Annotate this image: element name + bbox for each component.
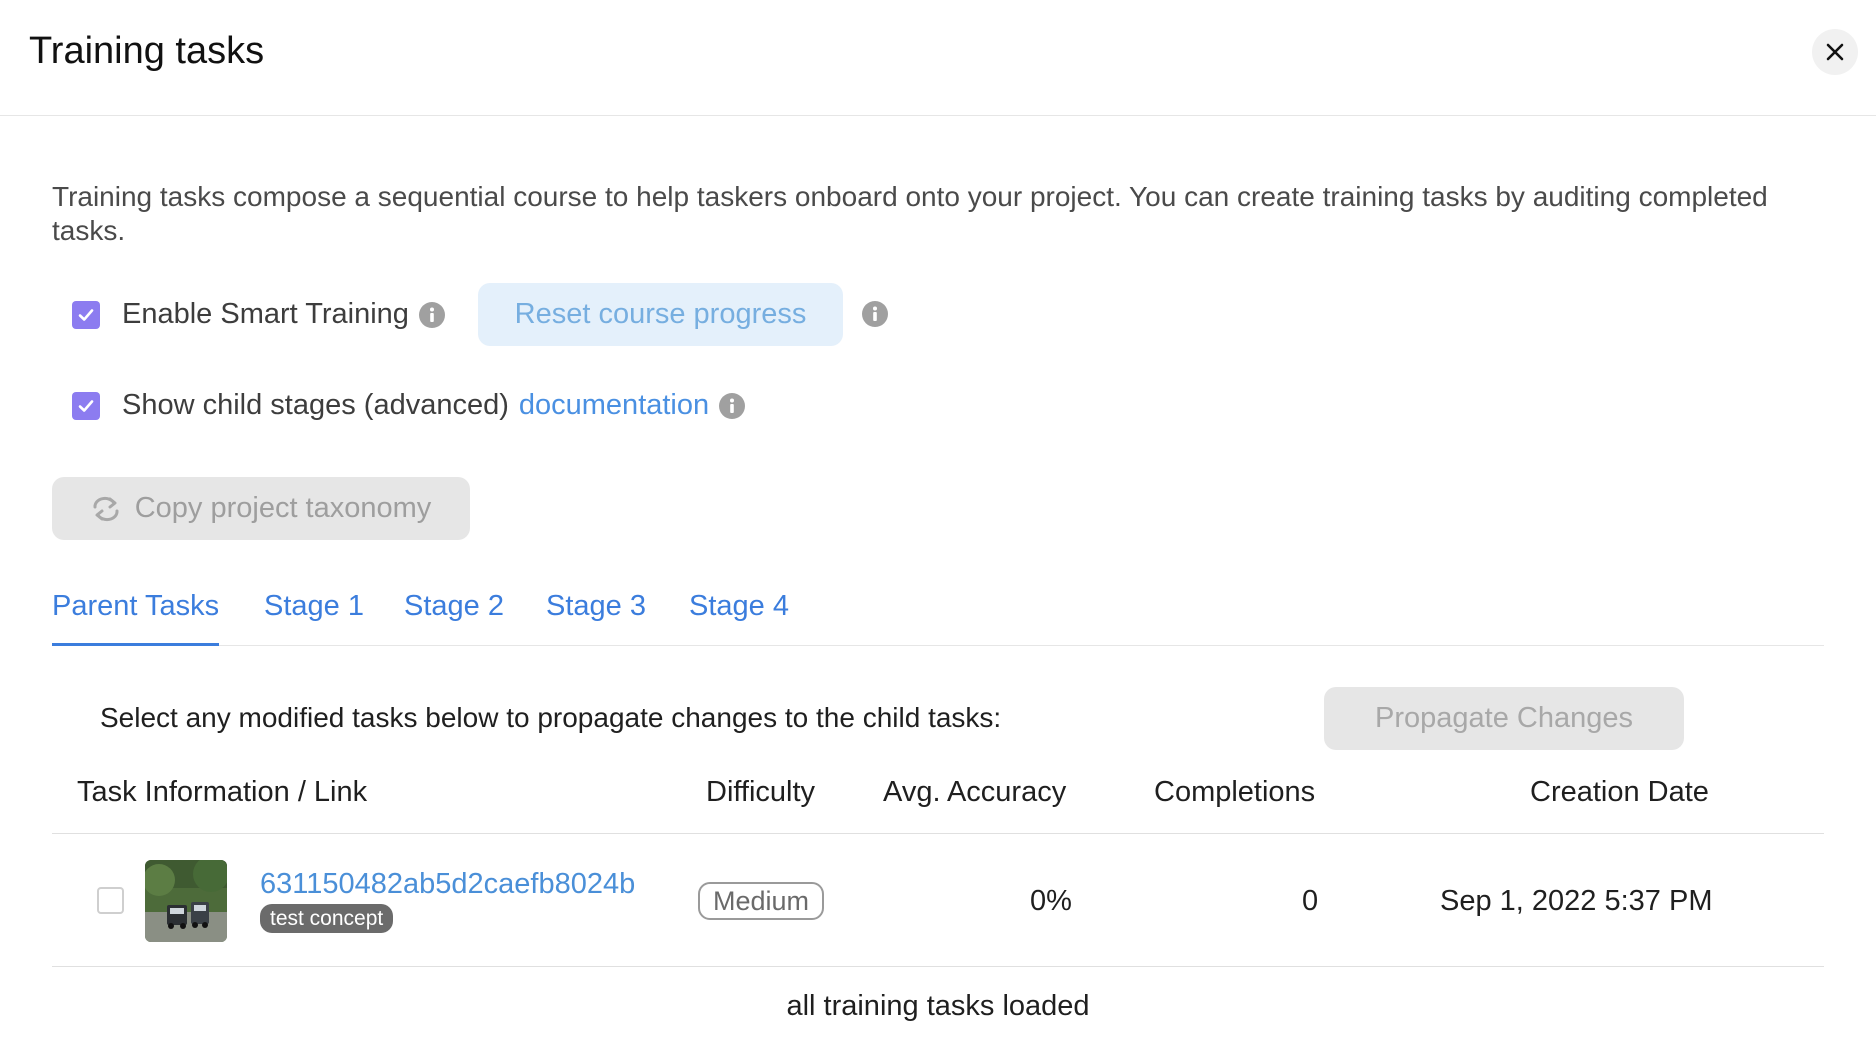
column-completions: Completions [1154, 776, 1316, 808]
checkmark-icon [78, 308, 94, 321]
difficulty-badge: Medium [698, 882, 824, 920]
column-creation-date: Creation Date [1530, 776, 1709, 808]
checkmark-icon [78, 399, 94, 412]
reset-info-icon[interactable] [862, 301, 888, 327]
child-stages-checkbox[interactable] [72, 391, 100, 420]
description-text: Training tasks compose a sequential cour… [52, 181, 1768, 246]
info-icon[interactable] [418, 301, 445, 328]
tab-parent-tasks[interactable]: Parent Tasks [52, 590, 220, 646]
smart-training-row: Enable Smart Training [72, 298, 445, 331]
table-row-divider [52, 966, 1824, 967]
stage-tabs: Parent Tasks Stage 1 Stage 2 Stage 3 Sta… [52, 580, 1824, 646]
table-header-divider [52, 833, 1824, 834]
task-id-link[interactable]: 631150482ab5d2caefb8024b [260, 868, 635, 901]
modal-header: Training tasks [0, 0, 1876, 116]
child-stages-row: Show child stages (advanced) documentati… [72, 389, 746, 422]
tab-stage-3[interactable]: Stage 3 [546, 590, 646, 623]
tab-stage-2[interactable]: Stage 2 [404, 590, 504, 623]
child-stages-info-icon[interactable] [719, 392, 746, 419]
smart-training-label: Enable Smart Training [122, 298, 409, 330]
info-glyph [873, 306, 877, 321]
tab-stage-1[interactable]: Stage 1 [264, 590, 364, 623]
documentation-link[interactable]: documentation [519, 389, 709, 422]
copy-project-taxonomy-label: Copy project taxonomy [134, 492, 432, 524]
tab-stage-4[interactable]: Stage 4 [689, 590, 789, 623]
copy-project-taxonomy-button[interactable]: Copy project taxonomy [52, 477, 470, 540]
reset-course-progress-button[interactable]: Reset course progress [478, 283, 843, 346]
column-difficulty: Difficulty [706, 776, 816, 808]
modal-title: Training tasks [29, 30, 265, 72]
info-glyph [429, 307, 434, 322]
info-glyph [730, 398, 735, 413]
column-task-information: Task Information / Link [77, 776, 368, 808]
column-avg-accuracy: Avg. Accuracy [883, 776, 1067, 808]
close-icon [1826, 43, 1844, 61]
close-button[interactable] [1812, 29, 1858, 75]
propagate-changes-button[interactable]: Propagate Changes [1324, 687, 1684, 750]
row-select-checkbox[interactable] [97, 887, 124, 914]
avg-accuracy-value: 0% [1030, 885, 1072, 917]
thumbnail-image [145, 860, 227, 942]
concept-tag: test concept [260, 904, 394, 933]
load-status: all training tasks loaded [786, 990, 1090, 1022]
task-thumbnail[interactable] [145, 860, 227, 942]
sync-icon [93, 496, 119, 521]
creation-date-value: Sep 1, 2022 5:37 PM [1440, 885, 1713, 917]
completions-value: 0 [1302, 885, 1319, 917]
child-stages-label: Show child stages (advanced) [122, 389, 509, 421]
propagate-instruction: Select any modified tasks below to propa… [100, 702, 1002, 733]
smart-training-checkbox[interactable] [72, 300, 100, 329]
